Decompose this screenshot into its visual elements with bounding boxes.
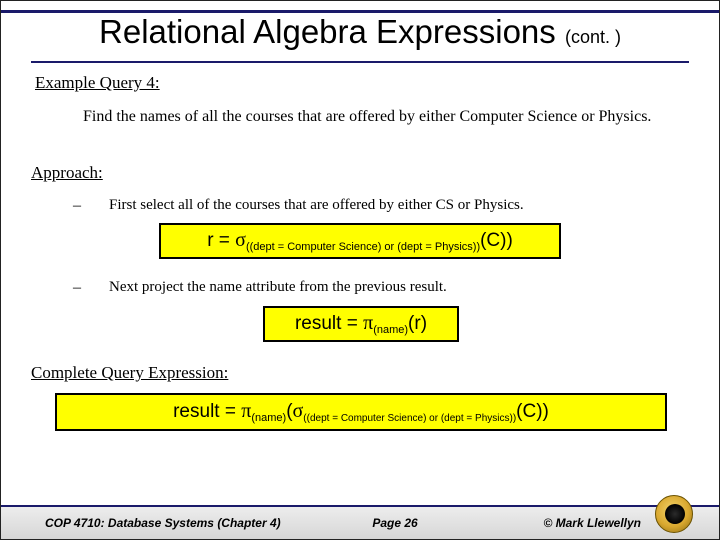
title-rule bbox=[31, 61, 689, 63]
step-2: – Next project the name attribute from t… bbox=[73, 279, 679, 297]
complete-label: Complete Query Expression: bbox=[31, 363, 228, 383]
formula-3: result = π(name)(σ((dept = Computer Scie… bbox=[173, 400, 549, 424]
formula-2: result = π(name)(r) bbox=[295, 312, 427, 336]
formula-box-2: result = π(name)(r) bbox=[263, 306, 459, 342]
bullet-dash-icon: – bbox=[73, 197, 109, 215]
example-label: Example Query 4: bbox=[35, 73, 160, 93]
step-1: – First select all of the courses that a… bbox=[73, 197, 679, 215]
example-text: Find the names of all the courses that a… bbox=[83, 107, 667, 127]
title-cont: (cont. ) bbox=[565, 27, 621, 47]
slide: Relational Algebra Expressions (cont. ) … bbox=[0, 0, 720, 540]
approach-label: Approach: bbox=[31, 163, 103, 183]
formula-box-3: result = π(name)(σ((dept = Computer Scie… bbox=[55, 393, 667, 431]
formula-box-1: r = σ((dept = Computer Science) or (dept… bbox=[159, 223, 561, 259]
step-1-text: First select all of the courses that are… bbox=[109, 197, 524, 215]
footer-right: © Mark Llewellyn bbox=[543, 516, 641, 530]
formula-1: r = σ((dept = Computer Science) or (dept… bbox=[207, 229, 513, 253]
title-main: Relational Algebra Expressions bbox=[99, 13, 565, 50]
slide-title: Relational Algebra Expressions (cont. ) bbox=[1, 13, 719, 51]
bullet-dash-icon: – bbox=[73, 279, 109, 297]
step-2-text: Next project the name attribute from the… bbox=[109, 279, 447, 297]
footer: COP 4710: Database Systems (Chapter 4) P… bbox=[1, 505, 719, 539]
ucf-logo-icon bbox=[655, 495, 693, 533]
